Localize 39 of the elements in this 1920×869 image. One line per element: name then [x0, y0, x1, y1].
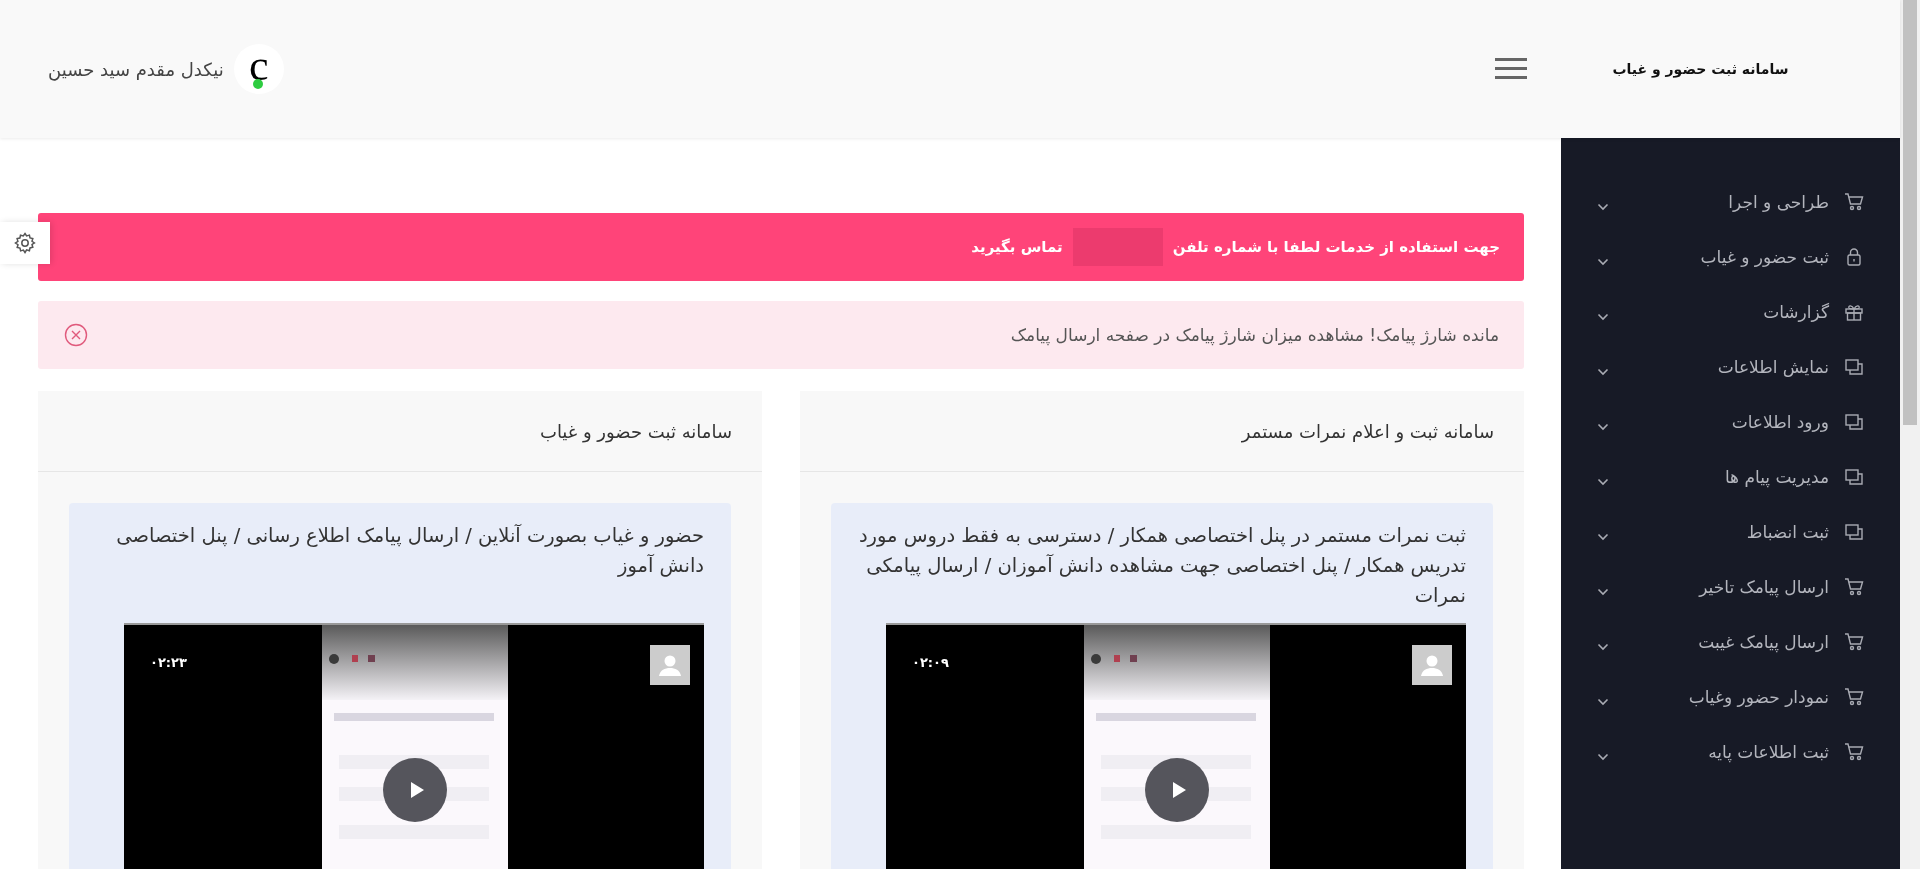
sidebar-item[interactable]: مدیریت پیام ها: [1561, 449, 1900, 504]
video-duration: ۰۲:۲۳: [150, 655, 187, 670]
cart-icon: [1843, 575, 1865, 598]
app-logo[interactable]: سامانه ثبت حضور و غیاب: [1612, 61, 1789, 77]
sidebar-item[interactable]: ثبت اطلاعات پایه: [1561, 724, 1900, 779]
sidebar-item[interactable]: نمایش اطلاعات: [1561, 339, 1900, 394]
cart-icon: [1843, 740, 1865, 763]
card-title: سامانه ثبت و اعلام نمرات مستمر: [1241, 420, 1494, 442]
card-description: حضور و غیاب بصورت آنلاین / ارسال پیامک اطلاع رسانی / پنل اختصاصی دانش آموز: [115, 523, 704, 579]
user-avatar[interactable]: c: [233, 44, 284, 94]
close-button[interactable]: [64, 323, 88, 347]
sidebar-item[interactable]: گزارشات: [1561, 284, 1900, 339]
gear-icon: [13, 231, 37, 255]
avatar-icon: [1412, 645, 1452, 685]
sidebar-item[interactable]: ارسال پیامک تاخیر: [1561, 559, 1900, 614]
avatar-icon: [650, 645, 690, 685]
notice-text: جهت استفاده از خدمات لطفا با شماره تلفن: [1172, 238, 1500, 256]
scrollbar[interactable]: [1900, 0, 1920, 869]
alert-text: مانده شارژ پیامک! مشاهده میزان شارژ پیامک در صفحه ارسال پیامک: [1009, 325, 1499, 345]
sidebar-item[interactable]: ثبت انضباط: [1561, 504, 1900, 559]
sidebar-item[interactable]: نمودار حضور وغیاب: [1561, 669, 1900, 724]
notice-text: تماس بگیرید: [971, 238, 1063, 256]
close-icon: [64, 323, 88, 347]
scrollbar-thumb[interactable]: [1903, 0, 1917, 425]
sidebar-item[interactable]: ورود اطلاعات: [1561, 394, 1900, 449]
cart-icon: [1843, 685, 1865, 708]
video-duration: ۰۲:۰۹: [912, 655, 949, 670]
sidebar-item[interactable]: طراحی و اجرا: [1561, 174, 1900, 229]
play-icon: [1170, 780, 1188, 800]
sidebar-item[interactable]: ارسال پیامک غیبت: [1561, 614, 1900, 669]
play-icon: [408, 780, 426, 800]
card-description: ثبت نمرات مستمر در پنل اختصاصی همکار / دسترسی به فقط دروس مورد تدریس همکار / پنل اختصاصی جهت مشاهده دانش آموزان / ارسال پیامکی نمرات: [858, 523, 1466, 609]
sidebar-item[interactable]: ثبت حضور و غیاب: [1561, 229, 1900, 284]
menu-icon: [1495, 58, 1527, 80]
cart-icon: [1843, 630, 1865, 653]
user-name: نیکدل مقدم سید حسین: [48, 58, 224, 80]
settings-button[interactable]: [0, 222, 50, 264]
cart-icon: [1843, 190, 1865, 213]
card-title: سامانه ثبت حضور و غیاب: [539, 420, 732, 442]
